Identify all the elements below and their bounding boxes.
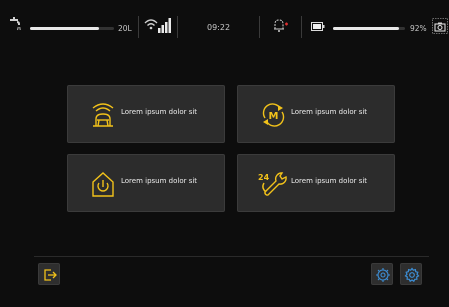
gear-chip-icon bbox=[376, 268, 390, 282]
manual-cycle-icon: M bbox=[262, 103, 285, 127]
status-divider bbox=[301, 16, 302, 38]
tile-label: Lorem ipsum dolor sit bbox=[121, 177, 198, 185]
battery-icon bbox=[311, 22, 325, 31]
tile-home-power[interactable]: Lorem ipsum dolor sit bbox=[67, 154, 225, 212]
tile-label: Lorem ipsum dolor sit bbox=[291, 108, 368, 116]
battery-level-fill bbox=[333, 27, 400, 30]
battery-level-bar bbox=[333, 27, 405, 30]
status-divider bbox=[138, 16, 139, 38]
water-level-fill bbox=[30, 27, 99, 30]
status-bar: 20L 09:22 92% bbox=[0, 0, 449, 56]
exit-button[interactable] bbox=[38, 263, 60, 285]
bell-alert-icon bbox=[274, 19, 288, 32]
gear-icon bbox=[404, 267, 420, 283]
24h-service-wrench-icon: 24 bbox=[258, 172, 287, 196]
clock-time: 09:22 bbox=[207, 23, 231, 32]
tile-24h-service[interactable]: 24 Lorem ipsum dolor sit bbox=[237, 154, 395, 212]
footer-divider bbox=[34, 256, 429, 257]
status-divider bbox=[259, 16, 260, 38]
tile-manual-cycle[interactable]: M Lorem ipsum dolor sit bbox=[237, 85, 395, 143]
wireless-station-icon bbox=[92, 103, 114, 127]
home-power-icon bbox=[92, 172, 114, 197]
wifi-signal-icon bbox=[144, 18, 171, 33]
tile-label: Lorem ipsum dolor sit bbox=[121, 108, 198, 116]
battery-percent: 92% bbox=[410, 24, 427, 33]
svg-text:24: 24 bbox=[258, 173, 270, 182]
water-level-label: 20L bbox=[118, 24, 132, 33]
water-level-bar bbox=[30, 27, 114, 30]
exit-icon bbox=[44, 269, 57, 281]
settings-button[interactable] bbox=[400, 263, 422, 285]
faucet-icon bbox=[10, 17, 21, 31]
svg-text:M: M bbox=[269, 111, 279, 122]
status-divider bbox=[177, 16, 178, 38]
tile-wireless-station[interactable]: Lorem ipsum dolor sit bbox=[67, 85, 225, 143]
camera-icon[interactable] bbox=[432, 18, 448, 34]
tile-label: Lorem ipsum dolor sit bbox=[291, 177, 368, 185]
system-settings-button[interactable] bbox=[371, 263, 393, 285]
